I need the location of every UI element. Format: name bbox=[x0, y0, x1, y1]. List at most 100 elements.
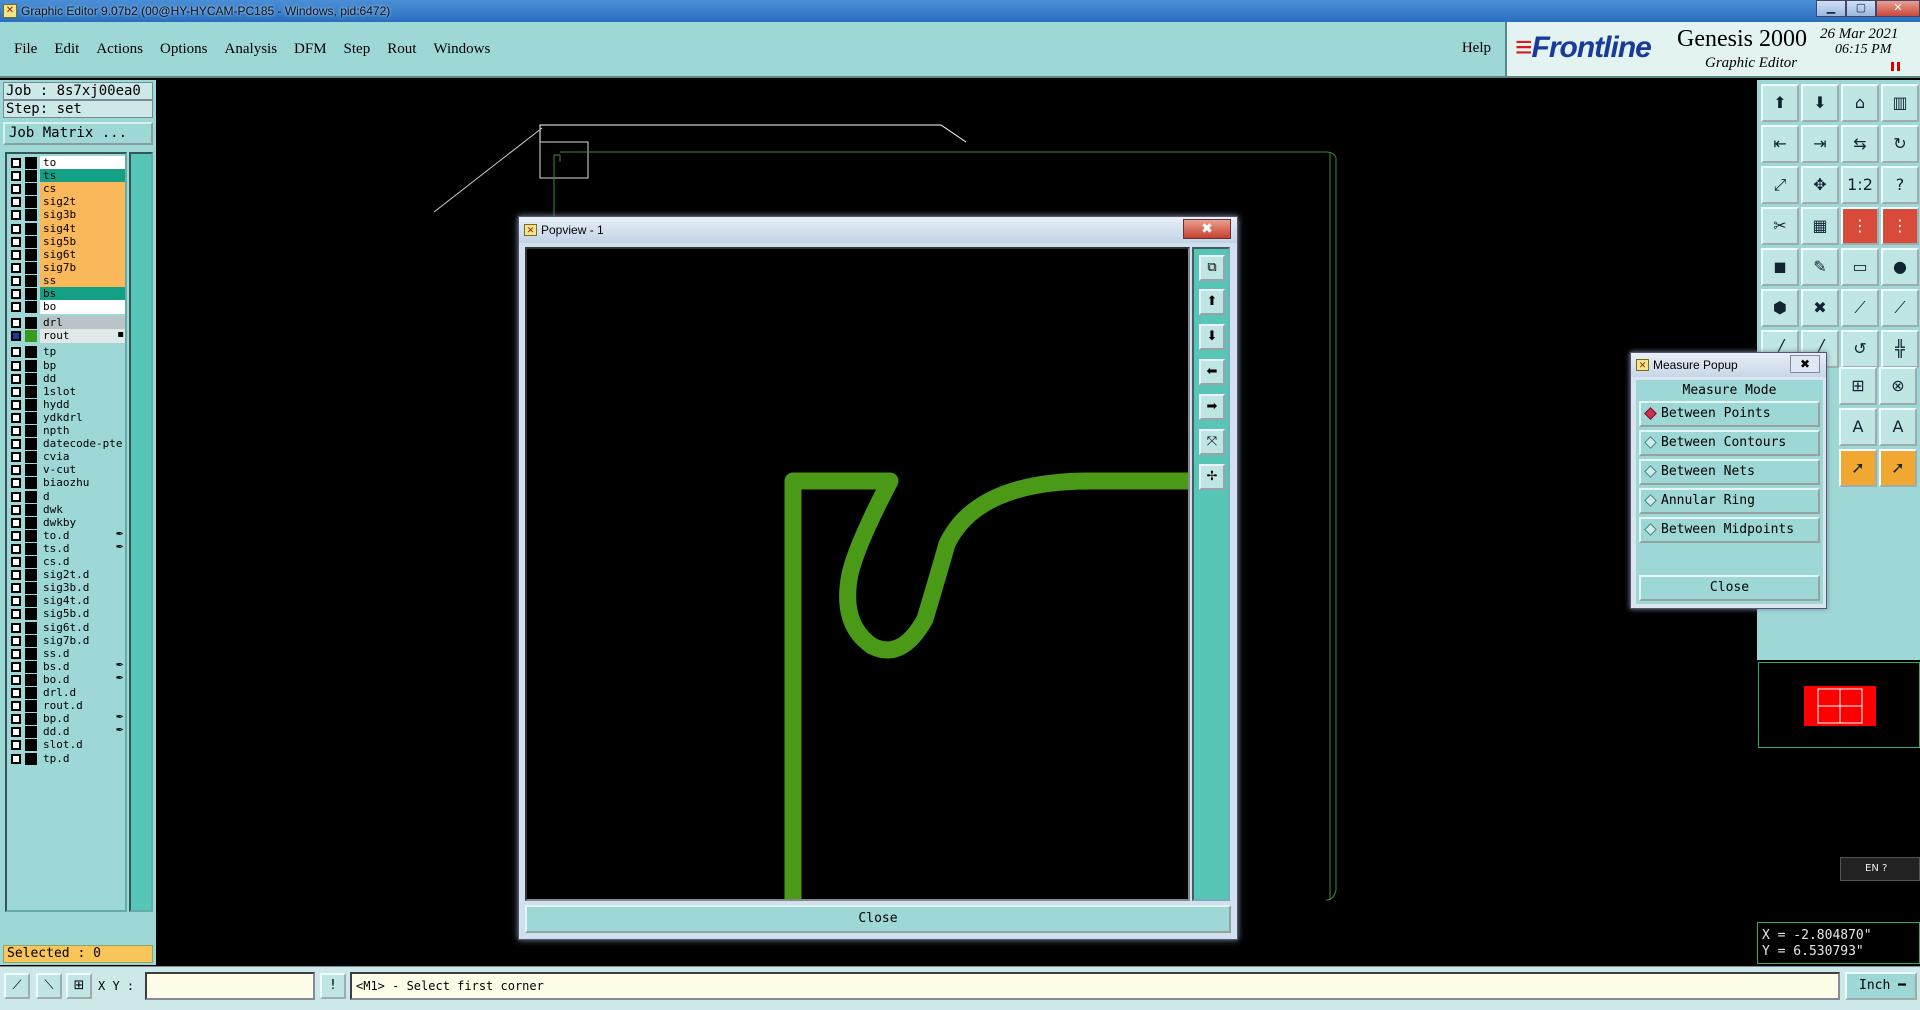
layer-color-swatch[interactable] bbox=[25, 451, 37, 464]
overview-map[interactable] bbox=[1758, 662, 1920, 748]
layer-color-swatch[interactable] bbox=[25, 739, 37, 752]
layer-row[interactable]: cvia bbox=[9, 450, 125, 465]
layer-color-swatch[interactable] bbox=[25, 398, 37, 411]
pop-zoom-in-icon[interactable]: ⤧ bbox=[1199, 429, 1225, 455]
layer-checkbox[interactable] bbox=[11, 543, 21, 554]
layer-color-swatch[interactable] bbox=[25, 529, 37, 542]
layer-color-swatch[interactable] bbox=[25, 634, 37, 647]
layer-color-swatch[interactable] bbox=[25, 261, 37, 274]
attr-icon[interactable]: ⊞ bbox=[1839, 367, 1877, 405]
home-icon[interactable]: ⌂ bbox=[1841, 84, 1879, 122]
layer-checkbox[interactable] bbox=[11, 714, 21, 725]
layer-checkbox[interactable] bbox=[11, 491, 21, 502]
select2-icon[interactable]: ➚ bbox=[1879, 449, 1917, 487]
layer-checkbox[interactable] bbox=[11, 478, 21, 489]
popview-close-icon[interactable]: ✖ bbox=[1183, 219, 1231, 239]
layer-color-swatch[interactable] bbox=[25, 673, 37, 686]
layer-color-swatch[interactable] bbox=[25, 301, 37, 314]
popview-canvas[interactable] bbox=[525, 247, 1190, 901]
pop-zoom-fit-icon[interactable]: ⧉ bbox=[1199, 255, 1225, 281]
layer-color-swatch[interactable] bbox=[25, 726, 37, 739]
rout-path[interactable] bbox=[784, 472, 1190, 901]
layer-color-swatch[interactable] bbox=[25, 425, 37, 437]
menu-dfm[interactable]: DFM bbox=[294, 41, 327, 58]
layer-color-swatch[interactable] bbox=[25, 196, 37, 209]
pop-pan-right-icon[interactable]: ➡ bbox=[1199, 394, 1225, 420]
layer-checkbox[interactable] bbox=[11, 622, 21, 633]
layer-color-swatch[interactable] bbox=[25, 346, 37, 359]
menu-options[interactable]: Options bbox=[160, 41, 208, 58]
measure-annular-ring[interactable]: Annular Ring bbox=[1639, 488, 1820, 514]
layer-checkbox[interactable] bbox=[11, 648, 21, 659]
text-a2-icon[interactable]: A bbox=[1879, 408, 1917, 446]
layer-row[interactable]: bo bbox=[9, 300, 125, 315]
layer-row[interactable]: sig4t.d bbox=[9, 594, 125, 609]
layer-checkbox[interactable] bbox=[11, 331, 21, 342]
move-right-icon[interactable]: ⇥ bbox=[1801, 125, 1839, 163]
layer-checkbox[interactable] bbox=[11, 688, 21, 698]
zoom-center-icon[interactable]: ✥ bbox=[1801, 166, 1839, 204]
layer-checkbox[interactable] bbox=[11, 674, 21, 685]
menu-analysis[interactable]: Analysis bbox=[225, 41, 278, 58]
layer-checkbox[interactable] bbox=[11, 347, 21, 358]
layer-row[interactable]: bp.d ✒ bbox=[9, 712, 125, 727]
layer-row[interactable]: sig2t bbox=[9, 195, 125, 210]
layer-color-swatch[interactable] bbox=[25, 621, 37, 634]
language-indicator[interactable]: EN ? bbox=[1840, 857, 1920, 881]
layer-row[interactable]: sig7b bbox=[9, 260, 125, 275]
layer-color-swatch[interactable] bbox=[25, 170, 37, 183]
snapshot-icon[interactable]: ◼ bbox=[1761, 248, 1799, 286]
layer-color-swatch[interactable] bbox=[25, 411, 37, 424]
grid-icon[interactable]: ▦ bbox=[1801, 207, 1839, 245]
menu-help[interactable]: Help bbox=[1462, 40, 1491, 57]
snap-icon[interactable]: ╬ bbox=[1881, 330, 1919, 368]
layer-checkbox[interactable] bbox=[11, 635, 21, 646]
measure-between-points[interactable]: Between Points bbox=[1639, 401, 1820, 427]
layer-row[interactable]: sig7b.d bbox=[9, 633, 125, 648]
layer-row[interactable]: sig4t bbox=[9, 221, 125, 236]
menu-windows[interactable]: Windows bbox=[433, 41, 490, 58]
layer-color-swatch[interactable] bbox=[25, 330, 37, 343]
layer-row[interactable]: v-cut bbox=[9, 463, 125, 478]
layer-color-swatch[interactable] bbox=[25, 647, 37, 660]
arc-icon[interactable]: ↺ bbox=[1841, 330, 1879, 368]
menu-file[interactable]: File bbox=[14, 41, 37, 58]
layer-row[interactable]: sig6t.d bbox=[9, 620, 125, 635]
layer-checkbox[interactable] bbox=[11, 249, 21, 260]
layer-row[interactable]: cs.d bbox=[9, 555, 125, 569]
layer-checkbox[interactable] bbox=[11, 158, 21, 168]
layer-row[interactable]: drl.d bbox=[9, 686, 125, 700]
layer-checkbox[interactable] bbox=[11, 517, 21, 528]
layer-color-swatch[interactable] bbox=[25, 317, 37, 330]
layer-row[interactable]: ydkdrl bbox=[9, 410, 125, 425]
layer-row[interactable]: 1slot bbox=[9, 384, 125, 399]
layer-row[interactable]: sig5b.d bbox=[9, 607, 125, 622]
layer-checkbox[interactable] bbox=[11, 289, 21, 299]
help-query-icon[interactable]: ? bbox=[1881, 166, 1919, 204]
net-icon[interactable]: ⋮ bbox=[1841, 207, 1879, 245]
layer-color-swatch[interactable] bbox=[25, 687, 37, 699]
close-icon[interactable]: ✕ bbox=[1876, 0, 1920, 17]
layer-color-swatch[interactable] bbox=[25, 235, 37, 248]
node2-icon[interactable]: ⟋ bbox=[1881, 289, 1919, 327]
layer-checkbox[interactable] bbox=[11, 262, 21, 273]
grid-icon[interactable]: ⊞ bbox=[66, 973, 92, 999]
layer-row[interactable]: biaozhu bbox=[9, 476, 125, 491]
layer-checkbox[interactable] bbox=[11, 740, 21, 751]
measure-between-nets[interactable]: Between Nets bbox=[1639, 459, 1820, 485]
layer-checkbox[interactable] bbox=[11, 753, 21, 764]
layer-color-swatch[interactable] bbox=[25, 288, 37, 300]
flip-icon[interactable]: ⇆ bbox=[1841, 125, 1879, 163]
node-icon[interactable]: ⟋ bbox=[1841, 289, 1879, 327]
home-down-icon[interactable]: ⬇ bbox=[1801, 84, 1839, 122]
layer-row[interactable]: dwk bbox=[9, 502, 125, 517]
layer-color-swatch[interactable] bbox=[25, 385, 37, 398]
layer-color-swatch[interactable] bbox=[25, 569, 37, 582]
layer-color-swatch[interactable] bbox=[25, 595, 37, 608]
layer-row[interactable]: dwkby bbox=[9, 515, 125, 530]
measure-between-midpoints[interactable]: Between Midpoints bbox=[1639, 517, 1820, 543]
layer-checkbox[interactable] bbox=[11, 386, 21, 397]
layer-checkbox[interactable] bbox=[11, 701, 21, 712]
layer-row[interactable]: to bbox=[9, 156, 125, 170]
pop-pan-up-icon[interactable]: ⬆ bbox=[1199, 289, 1225, 315]
